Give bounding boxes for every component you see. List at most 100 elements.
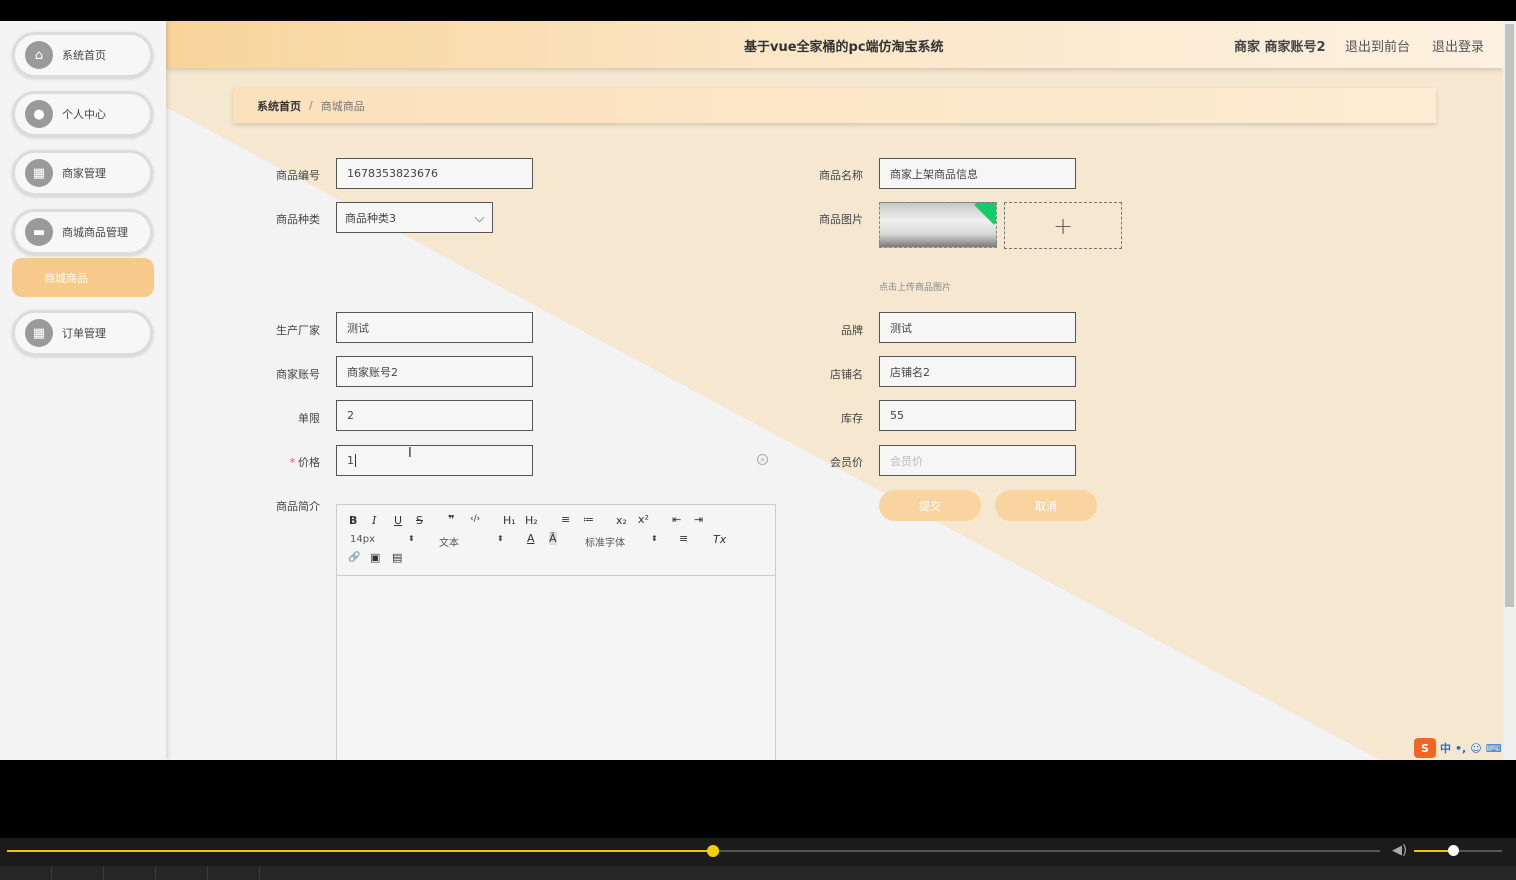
sidebar-item-label: 商家管理 [62, 167, 106, 180]
ime-toolbar[interactable]: S 中 •, ☺ ⌨ [1414, 737, 1502, 759]
heading1-icon[interactable]: H₁ [503, 514, 516, 527]
clear-format-icon[interactable]: Tx [713, 533, 726, 546]
clear-icon[interactable]: × [757, 454, 768, 465]
current-user: 商家 商家账号2 [1234, 40, 1326, 55]
bold-icon[interactable]: B [349, 514, 357, 527]
name-label: 商品名称 [819, 169, 863, 182]
updown-icon: ⬍ [408, 534, 415, 543]
ordered-list-icon[interactable]: ≡ [561, 513, 570, 526]
shop-label: 店铺名 [830, 368, 863, 381]
sidebar-item-home[interactable]: ⌂ 系统首页 [12, 32, 153, 78]
sidebar-item-orders[interactable]: ▦ 订单管理 [12, 310, 153, 356]
scrollbar-thumb[interactable] [1505, 24, 1514, 607]
success-badge-icon [974, 203, 996, 225]
volume-slider[interactable] [1414, 845, 1502, 856]
volume-knob[interactable] [1447, 845, 1459, 856]
background-color-icon[interactable]: Ā [549, 532, 557, 545]
player-control-slot[interactable] [156, 866, 208, 880]
vertical-scrollbar[interactable] [1503, 21, 1516, 760]
image-label: 商品图片 [819, 213, 863, 226]
sidebar-item-merchant[interactable]: ▦ 商家管理 [12, 150, 153, 196]
rich-text-editor: B I U S ❞ ‹/› H₁ H₂ ≡ ≔ x₂ x² ⇤ ⇥ 14px ⬍ … [336, 504, 776, 760]
font-color-icon[interactable]: A [527, 532, 535, 545]
chevron-down-icon [474, 212, 485, 223]
code-input[interactable]: 1678353823676 [336, 158, 533, 189]
price-label: * 价格 [250, 454, 321, 470]
upload-tip: 点击上传商品图片 [879, 283, 952, 293]
required-mark: * [289, 456, 296, 469]
align-icon[interactable]: ≡ [679, 532, 688, 545]
limit-input[interactable]: 2 [336, 400, 533, 431]
editor-content-area[interactable] [337, 576, 775, 760]
updown-icon: ⬍ [497, 534, 504, 543]
maker-label: 生产厂家 [276, 324, 320, 337]
back-to-front-link[interactable]: 退出到前台 [1345, 36, 1410, 55]
code-label: 商品编号 [276, 169, 320, 182]
user-icon: ● [25, 100, 53, 128]
cancel-button[interactable]: 取消 [995, 490, 1097, 521]
player-control-slot[interactable] [0, 866, 52, 880]
seek-knob[interactable] [706, 845, 719, 857]
breadcrumb: 系统首页 / 商城商品 [233, 88, 1436, 123]
underline-icon[interactable]: U [394, 514, 402, 527]
stock-label: 库存 [841, 412, 863, 425]
outdent-icon[interactable]: ⇤ [672, 513, 681, 526]
superscript-icon[interactable]: x² [638, 513, 649, 526]
intro-label: 商品简介 [276, 500, 320, 513]
player-control-strip [0, 866, 1516, 880]
image-upload-button[interactable]: + [1004, 202, 1122, 249]
block-type-select[interactable]: 文本 ⬍ [439, 534, 505, 549]
sidebar-item-label: 商城商品管理 [62, 226, 128, 239]
bullet-list-icon[interactable]: ≔ [583, 513, 594, 526]
breadcrumb-current: 商城商品 [320, 99, 365, 113]
name-input[interactable]: 商家上架商品信息 [879, 158, 1076, 189]
category-select[interactable]: 商品种类3 [336, 202, 493, 233]
product-image-thumbnail[interactable] [879, 202, 997, 248]
merchant-input[interactable]: 商家账号2 [336, 356, 533, 387]
sidebar-item-profile[interactable]: ● 个人中心 [12, 91, 153, 137]
strikethrough-icon[interactable]: S [416, 514, 423, 527]
submit-button[interactable]: 提交 [879, 490, 981, 521]
stock-input[interactable]: 55 [879, 400, 1076, 431]
brand-input[interactable]: 测试 [879, 312, 1076, 343]
grid-icon: ▦ [25, 319, 53, 347]
font-size-select[interactable]: 14px ⬍ [350, 534, 416, 545]
player-control-slot[interactable] [52, 866, 104, 880]
breadcrumb-home[interactable]: 系统首页 [257, 98, 301, 114]
maker-input[interactable]: 测试 [336, 312, 533, 343]
volume-icon[interactable]: ◀) [1392, 843, 1408, 858]
ime-mode[interactable]: 中 [1440, 740, 1451, 756]
quote-icon[interactable]: ❞ [448, 513, 454, 526]
briefcase-icon: ▬ [25, 218, 53, 246]
seek-track[interactable] [7, 845, 1380, 857]
font-size-value: 14px [350, 534, 375, 545]
link-icon[interactable]: 🔗 [348, 552, 360, 563]
sidebar-item-products[interactable]: ▬ 商城商品管理 [12, 209, 153, 255]
emoji-icon[interactable]: ☺ [1470, 742, 1481, 755]
keyboard-icon[interactable]: ⌨ [1486, 742, 1502, 755]
app-title: 基于vue全家桶的pc端仿淘宝系统 [744, 40, 944, 55]
price-input[interactable]: 1 [336, 445, 533, 476]
player-control-slot[interactable] [208, 866, 260, 880]
indent-icon[interactable]: ⇥ [694, 513, 703, 526]
player-control-slot[interactable] [104, 866, 156, 880]
heading2-icon[interactable]: H₂ [525, 514, 538, 527]
ime-punct[interactable]: •, [1455, 742, 1466, 755]
subscript-icon[interactable]: x₂ [616, 514, 627, 527]
member-price-label: 会员价 [830, 456, 863, 469]
logout-link[interactable]: 退出登录 [1432, 36, 1484, 55]
image-icon[interactable]: ▣ [370, 551, 380, 564]
font-family-select[interactable]: 标准字体 ⬍ [585, 534, 659, 549]
sidebar-subitem-mall-products[interactable]: 商城商品 [12, 258, 154, 297]
price-label-text: 价格 [298, 456, 320, 469]
code-icon[interactable]: ‹/› [470, 514, 480, 524]
member-price-input[interactable]: 会员价 [879, 445, 1076, 476]
shop-input[interactable]: 店铺名2 [879, 356, 1076, 387]
video-icon[interactable]: ▤ [392, 551, 402, 564]
merchant-label: 商家账号 [276, 368, 320, 381]
price-input-value: 1 [347, 454, 354, 467]
text-cursor [355, 454, 356, 467]
app-window: ⌂ 系统首页 ● 个人中心 ▦ 商家管理 ▬ 商城商品管理 商城商品 ▦ 订单管… [0, 21, 1516, 760]
italic-icon[interactable]: I [372, 514, 376, 527]
sogou-logo-icon: S [1414, 738, 1436, 758]
